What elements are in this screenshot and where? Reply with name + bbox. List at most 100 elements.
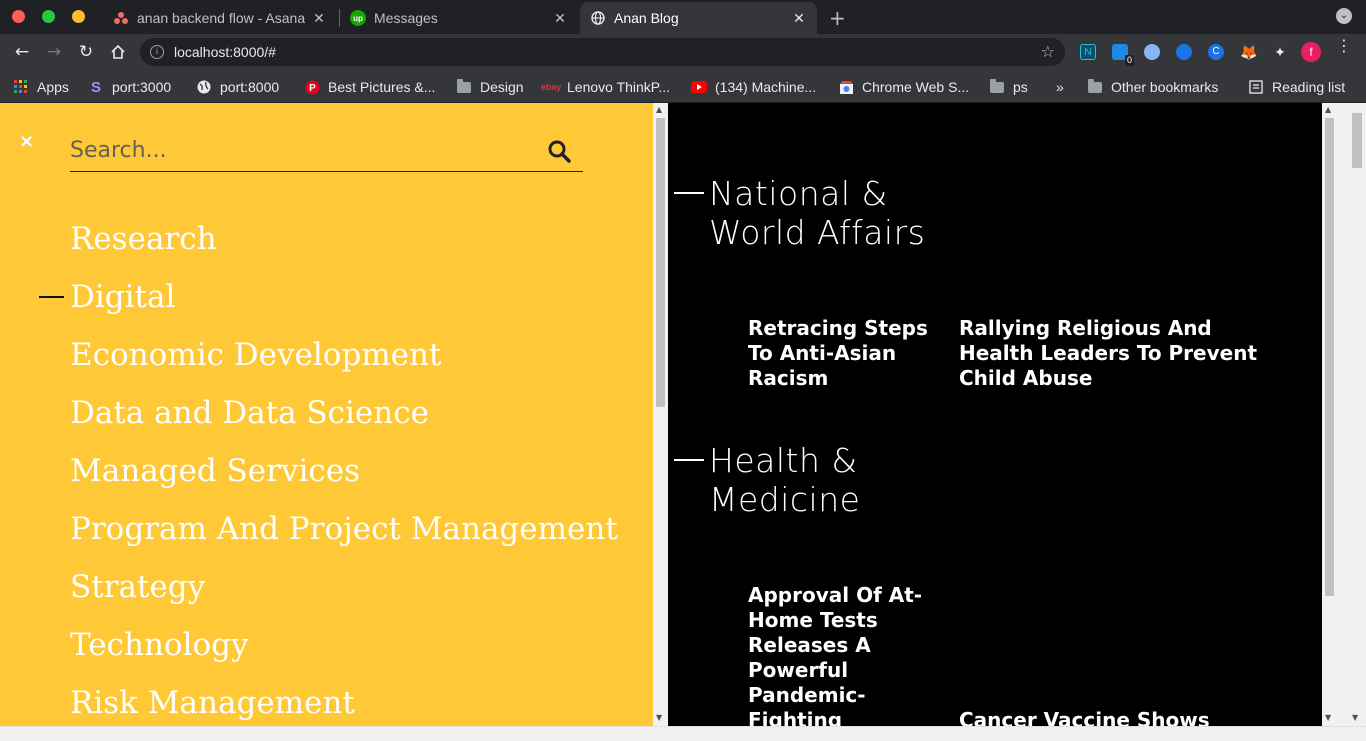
horizontal-scrollbar[interactable] bbox=[0, 726, 1366, 741]
scrollbar-thumb[interactable] bbox=[1325, 118, 1334, 596]
ebay-icon: ebay bbox=[540, 82, 562, 92]
bookmarks-bar: Apps S port:3000 port:8000 P Best Pictur… bbox=[0, 70, 1366, 103]
close-tab-icon[interactable]: ✕ bbox=[791, 10, 807, 27]
scroll-up-arrow-icon[interactable]: ▲ bbox=[1325, 105, 1331, 114]
bookmarks-overflow-chevron[interactable]: » bbox=[1056, 75, 1064, 99]
article-card-title[interactable]: Rallying Religious And Health Leaders To… bbox=[959, 316, 1289, 391]
bookmark-lenovo[interactable]: ebay Lenovo ThinkP... bbox=[540, 75, 670, 99]
scrollbar-thumb[interactable] bbox=[1352, 113, 1362, 168]
bookmark-label: Chrome Web S... bbox=[862, 79, 970, 95]
close-sidebar-icon[interactable]: × bbox=[19, 131, 34, 152]
scrollbar-thumb[interactable] bbox=[656, 118, 665, 407]
category-item-research[interactable]: Research bbox=[70, 219, 618, 277]
category-item-data-science[interactable]: Data and Data Science bbox=[70, 393, 618, 451]
category-item-managed-services[interactable]: Managed Services bbox=[70, 451, 618, 509]
home-icon[interactable] bbox=[107, 41, 129, 63]
sidebar-scrollbar[interactable]: ▲ ▼ bbox=[653, 103, 668, 726]
bookmark-best-pictures[interactable]: P Best Pictures &... bbox=[304, 75, 435, 99]
folder-icon bbox=[1087, 78, 1103, 95]
article-card-title[interactable]: Approval Of At-Home Tests Releases A Pow… bbox=[748, 583, 923, 726]
forward-arrow-icon[interactable]: → bbox=[43, 41, 65, 63]
main-content: National & World Affairs Retracing Steps… bbox=[668, 103, 1322, 726]
extension-badge-icon[interactable]: 0 bbox=[1112, 44, 1134, 66]
notion-extension-icon[interactable]: N bbox=[1080, 44, 1096, 60]
scroll-down-arrow-icon[interactable]: ▼ bbox=[1352, 713, 1358, 722]
browser-toolbar: ← → ↻ i localhost:8000/# ☆ N 0 C 🦊 ✦ f ⋮ bbox=[0, 34, 1366, 70]
youtube-icon bbox=[691, 79, 707, 95]
section-title-national: National & World Affairs bbox=[709, 174, 925, 252]
window-zoom-button[interactable] bbox=[42, 10, 55, 23]
globe-icon bbox=[196, 79, 212, 95]
tab-strip: anan backend flow - Asana ✕ up Messages … bbox=[0, 0, 1366, 34]
address-bar[interactable]: i localhost:8000/# ☆ bbox=[140, 38, 1065, 66]
category-item-technology[interactable]: Technology bbox=[70, 625, 618, 683]
section-title-line: Health & bbox=[709, 441, 858, 480]
address-url: localhost:8000/# bbox=[174, 44, 276, 60]
scroll-down-arrow-icon[interactable]: ▼ bbox=[1325, 713, 1331, 722]
bookmark-apps[interactable]: Apps bbox=[13, 75, 69, 99]
tab-title: anan backend flow - Asana bbox=[137, 10, 305, 26]
back-arrow-icon[interactable]: ← bbox=[11, 41, 33, 63]
pinterest-icon: P bbox=[304, 79, 320, 95]
tab-title: Anan Blog bbox=[614, 10, 679, 26]
close-tab-icon[interactable]: ✕ bbox=[311, 10, 327, 27]
close-tab-icon[interactable]: ✕ bbox=[552, 10, 568, 27]
bookmark-other-bookmarks[interactable]: Other bookmarks bbox=[1087, 75, 1218, 99]
bookmark-youtube[interactable]: (134) Machine... bbox=[691, 75, 816, 99]
asana-icon bbox=[113, 10, 129, 26]
reload-icon[interactable]: ↻ bbox=[75, 41, 97, 63]
section-dash bbox=[674, 192, 704, 194]
content-scrollbar[interactable]: ▲ ▼ bbox=[1322, 103, 1337, 726]
window-minimize-button[interactable] bbox=[72, 10, 85, 23]
bookmark-port-8000[interactable]: port:8000 bbox=[196, 75, 279, 99]
search-input[interactable] bbox=[70, 133, 540, 167]
category-item-strategy[interactable]: Strategy bbox=[70, 567, 618, 625]
shield-extension-icon[interactable] bbox=[1176, 44, 1192, 60]
bookmark-port-3000[interactable]: S port:3000 bbox=[88, 75, 171, 99]
metamask-fox-icon[interactable]: 🦊 bbox=[1240, 44, 1257, 60]
bookmark-label: Best Pictures &... bbox=[328, 79, 436, 95]
extensions-puzzle-icon[interactable]: ✦ bbox=[1272, 44, 1288, 60]
bookmark-reading-list[interactable]: Reading list bbox=[1248, 75, 1345, 99]
bookmark-label: (134) Machine... bbox=[715, 79, 817, 95]
category-item-economic-development[interactable]: Economic Development bbox=[70, 335, 618, 393]
menu-kebab-icon[interactable]: ⋮ bbox=[1336, 38, 1352, 54]
window-close-button[interactable] bbox=[12, 10, 25, 23]
search-icon[interactable] bbox=[547, 139, 571, 163]
extension-badge-count: 0 bbox=[1124, 55, 1134, 66]
bookmark-star-icon[interactable]: ☆ bbox=[1041, 42, 1055, 61]
tab-messages[interactable]: up Messages ✕ bbox=[340, 2, 578, 34]
bookmark-design-folder[interactable]: Design bbox=[456, 75, 524, 99]
svg-text:P: P bbox=[309, 83, 316, 94]
bookmark-label: Other bookmarks bbox=[1111, 79, 1219, 95]
bookmark-label: port:8000 bbox=[220, 79, 280, 95]
new-tab-button[interactable]: + bbox=[829, 6, 846, 30]
tab-anan-blog[interactable]: Anan Blog ✕ bbox=[580, 2, 817, 34]
chrome-store-icon bbox=[838, 79, 854, 95]
sidebar-panel: × Research Digital Economic Development … bbox=[0, 103, 653, 726]
s-logo-icon: S bbox=[90, 78, 101, 96]
section-title-health: Health & Medicine bbox=[709, 441, 860, 519]
bookmark-ps-folder[interactable]: ps bbox=[989, 75, 1028, 99]
article-card-title[interactable]: Retracing Steps To Anti-Asian Racism bbox=[748, 316, 933, 391]
circle-extension-icon[interactable] bbox=[1144, 44, 1160, 60]
apps-grid-icon bbox=[13, 79, 29, 95]
page-viewport: × Research Digital Economic Development … bbox=[0, 103, 1366, 726]
tab-search-icon[interactable]: ⌄ bbox=[1336, 8, 1352, 24]
page-scrollbar[interactable]: ▼ bbox=[1337, 103, 1366, 726]
category-item-digital[interactable]: Digital bbox=[39, 277, 618, 335]
section-dash bbox=[674, 459, 704, 461]
category-item-program-management[interactable]: Program And Project Management bbox=[70, 509, 618, 567]
tab-asana[interactable]: anan backend flow - Asana ✕ bbox=[103, 2, 337, 34]
reading-list-icon bbox=[1248, 79, 1264, 95]
article-card-title[interactable]: Cancer Vaccine Shows bbox=[959, 708, 1289, 726]
c-extension-icon[interactable]: C bbox=[1208, 44, 1224, 60]
site-info-icon[interactable]: i bbox=[150, 45, 164, 59]
scroll-up-arrow-icon[interactable]: ▲ bbox=[656, 105, 662, 114]
upwork-icon: up bbox=[350, 10, 366, 26]
profile-avatar[interactable]: f bbox=[1301, 42, 1321, 62]
category-list: Research Digital Economic Development Da… bbox=[39, 219, 618, 726]
scroll-down-arrow-icon[interactable]: ▼ bbox=[656, 713, 662, 722]
bookmark-chrome-web-store[interactable]: Chrome Web S... bbox=[838, 75, 969, 99]
category-item-risk-management[interactable]: Risk Management bbox=[70, 683, 618, 726]
